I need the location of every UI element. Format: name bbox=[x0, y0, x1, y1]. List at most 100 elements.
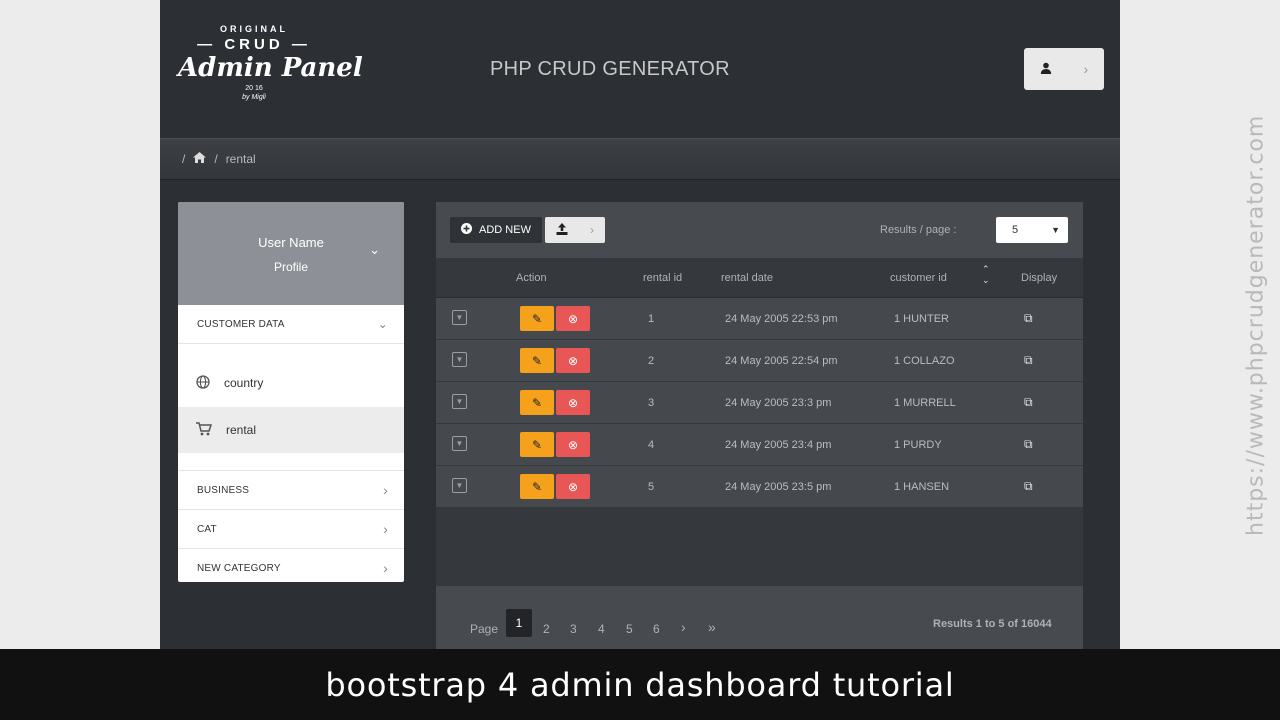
column-header-customer-id[interactable]: customer id bbox=[890, 272, 947, 284]
column-header-action: Action bbox=[516, 272, 547, 284]
pagination-page[interactable]: 3 bbox=[570, 622, 577, 636]
delete-button[interactable]: ⊗ bbox=[556, 390, 590, 415]
pagination-label: Page bbox=[470, 622, 499, 636]
expand-row-icon[interactable]: ▼ bbox=[452, 352, 467, 367]
expand-row-icon[interactable]: ▼ bbox=[452, 394, 467, 409]
export-button[interactable]: › bbox=[545, 217, 605, 243]
external-link-icon[interactable]: ⧉ bbox=[1024, 353, 1033, 368]
sidebar-section-label: BUSINESS bbox=[197, 484, 250, 496]
pencil-icon: ✎ bbox=[531, 311, 543, 326]
rental-id: 3 bbox=[648, 397, 655, 409]
pagination-last[interactable]: » bbox=[708, 619, 716, 635]
delete-button[interactable]: ⊗ bbox=[556, 306, 590, 331]
rental-date: 24 May 2005 22:53 pm bbox=[725, 313, 838, 325]
logo-line-3: Admin Panel bbox=[178, 53, 363, 83]
rental-date: 24 May 2005 23:5 pm bbox=[725, 481, 832, 493]
results-per-page-value: 5 bbox=[1012, 224, 1019, 236]
external-link-icon[interactable]: ⧉ bbox=[1024, 437, 1033, 452]
expand-row-icon[interactable]: ▼ bbox=[452, 478, 467, 493]
logo-line-1: ORIGINAL bbox=[220, 24, 288, 34]
delete-button[interactable]: ⊗ bbox=[556, 348, 590, 373]
pagination-next[interactable]: › bbox=[681, 619, 686, 635]
edit-button[interactable]: ✎ bbox=[520, 432, 554, 457]
delete-button[interactable]: ⊗ bbox=[556, 432, 590, 457]
external-link-icon[interactable]: ⧉ bbox=[1024, 311, 1033, 326]
column-header-rental-date[interactable]: rental date bbox=[721, 272, 773, 284]
customer-id: 1 MURRELL bbox=[894, 397, 956, 409]
sidebar-section-label: CAT bbox=[197, 523, 217, 535]
sidebar-section-customer-data[interactable]: CUSTOMER DATA ⌄ bbox=[178, 305, 404, 344]
user-menu-button[interactable]: › bbox=[1024, 48, 1104, 90]
chevron-down-icon: ⌄ bbox=[369, 242, 380, 257]
sidebar-submenu: country rental bbox=[178, 344, 404, 471]
app-window: ORIGINAL — CRUD — Admin Panel 20 16 by M… bbox=[160, 0, 1120, 720]
cart-icon bbox=[196, 421, 213, 439]
sort-icon[interactable]: ⌃ ⌄ bbox=[982, 264, 990, 286]
toolbar: ADD NEW › Results / page : 5 ▼ bbox=[436, 202, 1083, 258]
external-link-icon[interactable]: ⧉ bbox=[1024, 395, 1033, 410]
sidebar-section-cat[interactable]: CAT › bbox=[178, 510, 404, 549]
caret-down-icon: ▼ bbox=[1051, 225, 1060, 235]
expand-row-icon[interactable]: ▼ bbox=[452, 436, 467, 451]
sidebar-item-country[interactable]: country bbox=[178, 360, 404, 406]
close-icon: ⊗ bbox=[567, 353, 579, 368]
pencil-icon: ✎ bbox=[531, 437, 543, 452]
logo-line-4: 20 16 bbox=[245, 85, 263, 92]
customer-id: 1 PURDY bbox=[894, 439, 942, 451]
chevron-right-icon: › bbox=[590, 223, 594, 237]
rental-id: 4 bbox=[648, 439, 655, 451]
chevron-right-icon: › bbox=[1083, 61, 1089, 77]
edit-button[interactable]: ✎ bbox=[520, 348, 554, 373]
breadcrumb-separator: / bbox=[214, 152, 218, 166]
plus-circle-icon bbox=[461, 223, 473, 237]
table-row: ▼ ✎ ⊗ 4 24 May 2005 23:4 pm 1 PURDY ⧉ bbox=[436, 424, 1083, 466]
main-panel: ADD NEW › Results / page : 5 ▼ Action re… bbox=[436, 202, 1083, 674]
external-link-icon[interactable]: ⧉ bbox=[1024, 479, 1033, 494]
results-per-page-select[interactable]: 5 ▼ bbox=[996, 217, 1068, 243]
customer-id: 1 COLLAZO bbox=[894, 355, 955, 367]
logo-line-5: by Migli bbox=[242, 94, 266, 101]
column-header-display: Display bbox=[1021, 272, 1058, 284]
logo[interactable]: ORIGINAL — CRUD — Admin Panel 20 16 by M… bbox=[178, 22, 363, 118]
watermark-url: https://www.phpcrudgenerator.com bbox=[1243, 114, 1269, 536]
pagination-page[interactable]: 2 bbox=[543, 622, 550, 636]
edit-button[interactable]: ✎ bbox=[520, 390, 554, 415]
header: ORIGINAL — CRUD — Admin Panel 20 16 by M… bbox=[160, 0, 1120, 138]
home-icon[interactable] bbox=[193, 152, 207, 166]
pagination-page[interactable]: 6 bbox=[653, 622, 660, 636]
table-row: ▼ ✎ ⊗ 2 24 May 2005 22:54 pm 1 COLLAZO ⧉ bbox=[436, 340, 1083, 382]
logo-line-2: — CRUD — bbox=[197, 36, 311, 53]
rental-date: 24 May 2005 23:4 pm bbox=[725, 439, 832, 451]
chevron-right-icon: › bbox=[383, 560, 388, 576]
close-icon: ⊗ bbox=[567, 437, 579, 452]
breadcrumb-separator: / bbox=[182, 152, 186, 166]
pagination-page-current[interactable]: 1 bbox=[506, 609, 532, 637]
table-body: ▼ ✎ ⊗ 1 24 May 2005 22:53 pm 1 HUNTER ⧉ … bbox=[436, 298, 1083, 508]
results-per-page-label: Results / page : bbox=[880, 224, 957, 236]
sidebar-section-new-category[interactable]: NEW CATEGORY › bbox=[178, 549, 404, 582]
add-new-button[interactable]: ADD NEW bbox=[450, 217, 542, 243]
page-title: PHP CRUD GENERATOR bbox=[490, 58, 730, 80]
delete-button[interactable]: ⊗ bbox=[556, 474, 590, 499]
edit-button[interactable]: ✎ bbox=[520, 306, 554, 331]
pencil-icon: ✎ bbox=[531, 395, 543, 410]
breadcrumb: / / rental bbox=[160, 138, 1120, 180]
table-row: ▼ ✎ ⊗ 1 24 May 2005 22:53 pm 1 HUNTER ⧉ bbox=[436, 298, 1083, 340]
customer-id: 1 HUNTER bbox=[894, 313, 950, 325]
rental-date: 24 May 2005 23:3 pm bbox=[725, 397, 832, 409]
user-profile-link[interactable]: Profile bbox=[178, 260, 404, 274]
edit-button[interactable]: ✎ bbox=[520, 474, 554, 499]
sidebar-section-business[interactable]: BUSINESS › bbox=[178, 471, 404, 510]
expand-row-icon[interactable]: ▼ bbox=[452, 310, 467, 325]
chevron-right-icon: › bbox=[383, 521, 388, 537]
rental-id: 5 bbox=[648, 481, 655, 493]
pagination-page[interactable]: 5 bbox=[626, 622, 633, 636]
user-icon bbox=[1040, 61, 1052, 77]
pagination-page[interactable]: 4 bbox=[598, 622, 605, 636]
column-header-rental-id[interactable]: rental id bbox=[643, 272, 682, 284]
pencil-icon: ✎ bbox=[531, 353, 543, 368]
sidebar-item-rental[interactable]: rental bbox=[178, 407, 404, 453]
sidebar-profile[interactable]: User Name Profile ⌄ bbox=[178, 202, 404, 305]
close-icon: ⊗ bbox=[567, 311, 579, 326]
customer-id: 1 HANSEN bbox=[894, 481, 950, 493]
